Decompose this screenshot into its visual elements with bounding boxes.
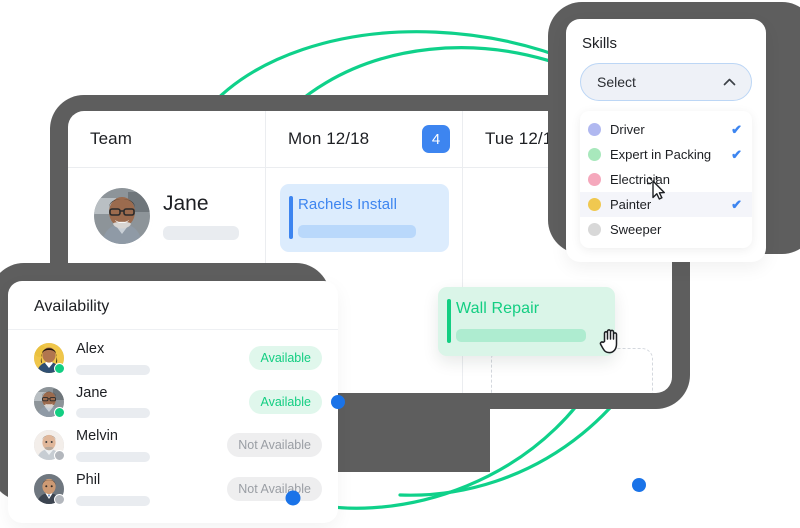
- placeholder-bar: [163, 226, 239, 241]
- event-title: Rachels Install: [298, 196, 398, 213]
- placeholder-bar: [76, 452, 150, 463]
- calendar-column-team: Team: [68, 111, 265, 167]
- illustration-stage: Team Mon 12/18 4 Tue 12/19 Jane Rachels …: [0, 0, 800, 528]
- skill-option-label: Expert in Packing: [610, 147, 712, 162]
- skill-option-label: Driver: [610, 122, 645, 137]
- skills-select-value: Select: [597, 74, 636, 90]
- list-item-meta: Phil: [76, 472, 215, 506]
- avatar: [94, 188, 150, 244]
- team-member-meta: Jane: [163, 188, 239, 241]
- availability-title: Availability: [8, 281, 338, 330]
- member-name: Phil: [76, 472, 101, 489]
- event-placeholder-bar: [298, 225, 416, 238]
- event-placeholder-bar: [456, 329, 586, 343]
- status-dot-offline: [54, 450, 65, 462]
- status-badge: Available: [249, 345, 322, 370]
- avatar: [34, 342, 65, 374]
- chevron-up-icon[interactable]: [723, 78, 736, 86]
- event-title: Wall Repair: [456, 300, 540, 317]
- avatar: [34, 386, 65, 418]
- check-icon: ✔: [731, 122, 742, 137]
- skill-option-driver[interactable]: Driver ✔: [580, 117, 752, 142]
- list-item[interactable]: Jane Available: [8, 380, 338, 424]
- skill-color-dot: [588, 123, 601, 136]
- column-header-label: Mon 12/18: [288, 129, 370, 148]
- status-dot-offline: [54, 493, 65, 505]
- grab-hand-cursor-icon: [599, 329, 618, 354]
- list-item[interactable]: Alex Available: [8, 336, 338, 380]
- skill-option-label: Sweeper: [610, 222, 662, 237]
- list-item-meta: Jane: [76, 385, 237, 419]
- list-item[interactable]: Phil Not Available: [8, 467, 338, 511]
- skill-option-sweeper[interactable]: Sweeper ✔: [580, 217, 752, 242]
- event-card-wall-repair-dragging[interactable]: Wall Repair: [438, 287, 615, 357]
- status-dot-online: [54, 362, 65, 374]
- avatar: [34, 473, 65, 505]
- member-name: Melvin: [76, 428, 118, 445]
- team-member-name: Jane: [163, 192, 209, 215]
- column-header-label: Team: [90, 129, 132, 148]
- skill-option-expert-in-packing[interactable]: Expert in Packing ✔: [580, 142, 752, 167]
- frame-mask: [330, 382, 490, 472]
- status-dot-online: [54, 406, 65, 418]
- availability-list: Alex Available Jane Available Melvin Not…: [8, 330, 338, 523]
- member-name: Alex: [76, 341, 105, 357]
- list-item-meta: Melvin: [76, 428, 215, 463]
- placeholder-bar: [76, 364, 150, 375]
- placeholder-bar: [76, 408, 150, 419]
- list-item-meta: Alex: [76, 341, 237, 375]
- decorative-dot-blue-right: [632, 478, 646, 492]
- day-count-badge[interactable]: 4: [422, 125, 450, 153]
- check-icon: ✔: [731, 197, 742, 212]
- team-member[interactable]: Jane: [94, 188, 239, 244]
- skills-label: Skills: [582, 35, 618, 52]
- status-badge: Not Available: [227, 476, 322, 501]
- click-pointer-cursor-icon: [647, 176, 665, 200]
- skill-color-dot: [588, 223, 601, 236]
- skill-color-dot: [588, 148, 601, 161]
- member-name: Jane: [76, 384, 108, 401]
- skills-select[interactable]: Select: [580, 63, 752, 101]
- skill-color-dot: [588, 173, 601, 186]
- avatar: [34, 430, 65, 462]
- placeholder-bar: [76, 495, 150, 506]
- calendar-column-mon[interactable]: Mon 12/18 4: [265, 111, 462, 167]
- check-icon: ✔: [731, 147, 742, 162]
- availability-panel: Availability Alex Available Jane Availab…: [8, 281, 338, 523]
- skill-color-dot: [588, 198, 601, 211]
- status-badge: Not Available: [227, 433, 322, 458]
- status-badge: Available: [249, 389, 322, 414]
- skills-panel: Skills Select Driver ✔ Expert in Packing…: [566, 19, 766, 262]
- list-item[interactable]: Melvin Not Available: [8, 423, 338, 467]
- event-card-rachels-install[interactable]: Rachels Install: [280, 184, 449, 252]
